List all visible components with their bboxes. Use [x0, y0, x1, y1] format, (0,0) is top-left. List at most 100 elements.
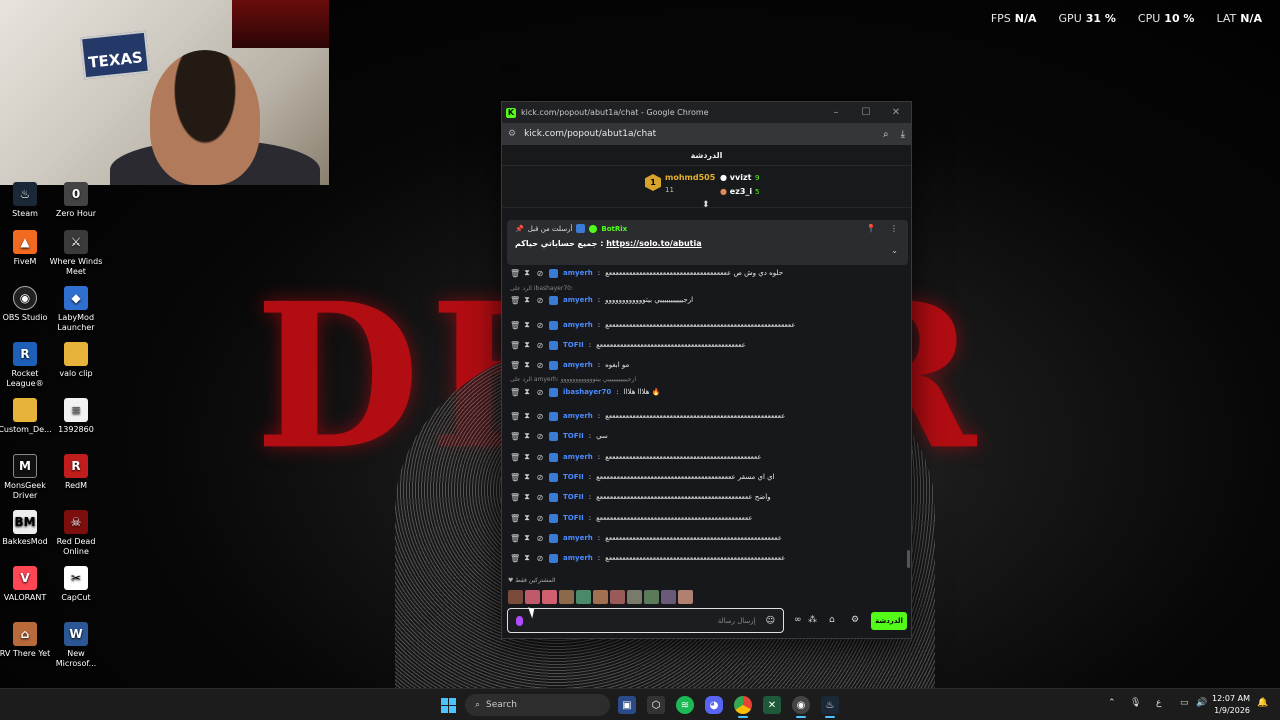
- chat-username[interactable]: amyerh: [563, 321, 593, 329]
- send-chat-button[interactable]: الدردشة: [871, 612, 907, 630]
- network-icon[interactable]: ▭: [1180, 698, 1189, 708]
- notification-bell-icon[interactable]: 🔔: [1257, 698, 1268, 708]
- delete-icon[interactable]: 🗑: [510, 296, 520, 305]
- timeout-icon[interactable]: ⧗: [523, 295, 531, 305]
- delete-icon[interactable]: 🗑: [510, 412, 520, 421]
- ban-icon[interactable]: ⊘: [536, 534, 544, 543]
- emote-thumbnail[interactable]: [576, 590, 591, 604]
- emote-thumbnail[interactable]: [508, 590, 523, 604]
- emote-thumbnail[interactable]: [593, 590, 608, 604]
- delete-icon[interactable]: 🗑: [510, 534, 520, 543]
- emote-thumbnail[interactable]: [542, 590, 557, 604]
- timeout-icon[interactable]: ⧗: [523, 472, 531, 482]
- chat-username[interactable]: TOFII: [563, 432, 584, 440]
- desktop-icon-1392860[interactable]: ≡ 1392860: [46, 398, 106, 435]
- volume-icon[interactable]: 🔊: [1196, 698, 1207, 708]
- spotify-icon[interactable]: ≋: [676, 696, 694, 714]
- delete-icon[interactable]: 🗑: [510, 361, 520, 370]
- ban-icon[interactable]: ⊘: [536, 473, 544, 482]
- chat-username[interactable]: TOFII: [563, 493, 584, 501]
- ban-icon[interactable]: ⊘: [536, 432, 544, 441]
- desktop-icon-where-winds-meet[interactable]: ⚔ Where Winds Meet: [46, 230, 106, 277]
- taskbar-app-icon[interactable]: ▣: [618, 696, 636, 714]
- timeout-icon[interactable]: ⧗: [523, 320, 531, 330]
- chat-username[interactable]: TOFII: [563, 473, 584, 481]
- timeout-icon[interactable]: ⧗: [523, 387, 531, 397]
- language-indicator[interactable]: ع: [1156, 698, 1161, 708]
- ban-icon[interactable]: ⊘: [536, 269, 544, 278]
- delete-icon[interactable]: 🗑: [510, 514, 520, 523]
- steam-taskbar-icon[interactable]: ♨: [821, 696, 839, 714]
- microphone-icon[interactable]: 🎙: [1130, 698, 1141, 708]
- discord-icon[interactable]: ◕: [705, 696, 723, 714]
- ban-icon[interactable]: ⊘: [536, 361, 544, 370]
- taskbar-app-icon[interactable]: ⬡: [647, 696, 665, 714]
- emote-thumbnail[interactable]: [525, 590, 540, 604]
- minimize-icon[interactable]: –: [821, 107, 851, 118]
- zoom-search-icon[interactable]: ⌕: [883, 129, 889, 140]
- delete-icon[interactable]: 🗑: [510, 269, 520, 278]
- emoji-icon[interactable]: ☺: [766, 616, 775, 626]
- desktop-icon-capcut[interactable]: ✂ CapCut: [46, 566, 106, 603]
- ban-icon[interactable]: ⊘: [536, 514, 544, 523]
- chat-username[interactable]: amyerh: [563, 269, 593, 277]
- chat-username[interactable]: amyerh: [563, 554, 593, 562]
- delete-icon[interactable]: 🗑: [510, 473, 520, 482]
- delete-icon[interactable]: 🗑: [510, 453, 520, 462]
- ban-icon[interactable]: ⊘: [536, 388, 544, 397]
- obs-taskbar-icon[interactable]: ◉: [792, 696, 810, 714]
- delete-icon[interactable]: 🗑: [510, 493, 520, 502]
- timeout-icon[interactable]: ⧗: [523, 268, 531, 278]
- mic-icon[interactable]: [516, 615, 523, 626]
- timeout-icon[interactable]: ⧗: [523, 533, 531, 543]
- start-button[interactable]: [439, 696, 457, 714]
- ban-icon[interactable]: ⊘: [536, 453, 544, 462]
- timeout-icon[interactable]: ⧗: [523, 340, 531, 350]
- maximize-icon[interactable]: ☐: [851, 107, 881, 118]
- delete-icon[interactable]: 🗑: [510, 321, 520, 330]
- desktop-icon-valo-clip[interactable]: valo clip: [46, 342, 106, 379]
- timeout-icon[interactable]: ⧗: [523, 553, 531, 563]
- users-icon[interactable]: ⁂: [808, 615, 817, 625]
- chevron-up-icon[interactable]: ⌃: [1108, 698, 1116, 708]
- delete-icon[interactable]: 🗑: [510, 432, 520, 441]
- chevron-down-icon[interactable]: ⌄: [891, 246, 898, 255]
- pinned-link[interactable]: https://solo.to/abutia: [606, 239, 701, 248]
- chat-username[interactable]: TOFII: [563, 341, 584, 349]
- chat-username[interactable]: ibashayer70: [563, 388, 611, 396]
- ban-icon[interactable]: ⊘: [536, 412, 544, 421]
- gear-icon[interactable]: ⚙: [851, 615, 859, 625]
- chrome-icon[interactable]: [734, 696, 752, 714]
- emote-thumbnail[interactable]: [661, 590, 676, 604]
- url-text[interactable]: kick.com/popout/abut1a/chat: [524, 129, 656, 139]
- ban-icon[interactable]: ⊘: [536, 493, 544, 502]
- chat-input-placeholder[interactable]: إرسال رسالة: [718, 617, 756, 625]
- more-options-icon[interactable]: ⋮: [890, 224, 898, 233]
- infinity-icon[interactable]: ∞: [794, 615, 802, 625]
- chat-username[interactable]: TOFII: [563, 514, 584, 522]
- timeout-icon[interactable]: ⧗: [523, 360, 531, 370]
- emote-thumbnail[interactable]: [610, 590, 625, 604]
- emote-thumbnail[interactable]: [644, 590, 659, 604]
- close-icon[interactable]: ✕: [881, 107, 911, 118]
- timeout-icon[interactable]: ⧗: [523, 431, 531, 441]
- ban-icon[interactable]: ⊘: [536, 341, 544, 350]
- timeout-icon[interactable]: ⧗: [523, 411, 531, 421]
- gifter-name[interactable]: ● ez3_i: [720, 187, 752, 196]
- chat-input[interactable]: إرسال رسالة ☺: [507, 608, 784, 633]
- store-icon[interactable]: ⌂: [829, 615, 835, 625]
- chat-username[interactable]: amyerh: [563, 453, 593, 461]
- ban-icon[interactable]: ⊘: [536, 296, 544, 305]
- collapse-arrow-icon[interactable]: ⬍: [702, 200, 710, 210]
- gifter-name[interactable]: ● vvizt: [720, 173, 751, 182]
- pin-icon[interactable]: 📍: [866, 224, 876, 233]
- emote-thumbnail[interactable]: [559, 590, 574, 604]
- pinned-bot-name[interactable]: BotRix: [601, 225, 627, 233]
- address-bar[interactable]: ⚙ kick.com/popout/abut1a/chat ⌕ ⤓: [502, 123, 911, 145]
- emote-thumbnail[interactable]: [678, 590, 693, 604]
- timeout-icon[interactable]: ⧗: [523, 452, 531, 462]
- chat-username[interactable]: amyerh: [563, 296, 593, 304]
- desktop-icon-red-dead-online[interactable]: ☠ Red Dead Online: [46, 510, 106, 557]
- delete-icon[interactable]: 🗑: [510, 554, 520, 563]
- gifter-name[interactable]: mohmd505: [665, 173, 715, 182]
